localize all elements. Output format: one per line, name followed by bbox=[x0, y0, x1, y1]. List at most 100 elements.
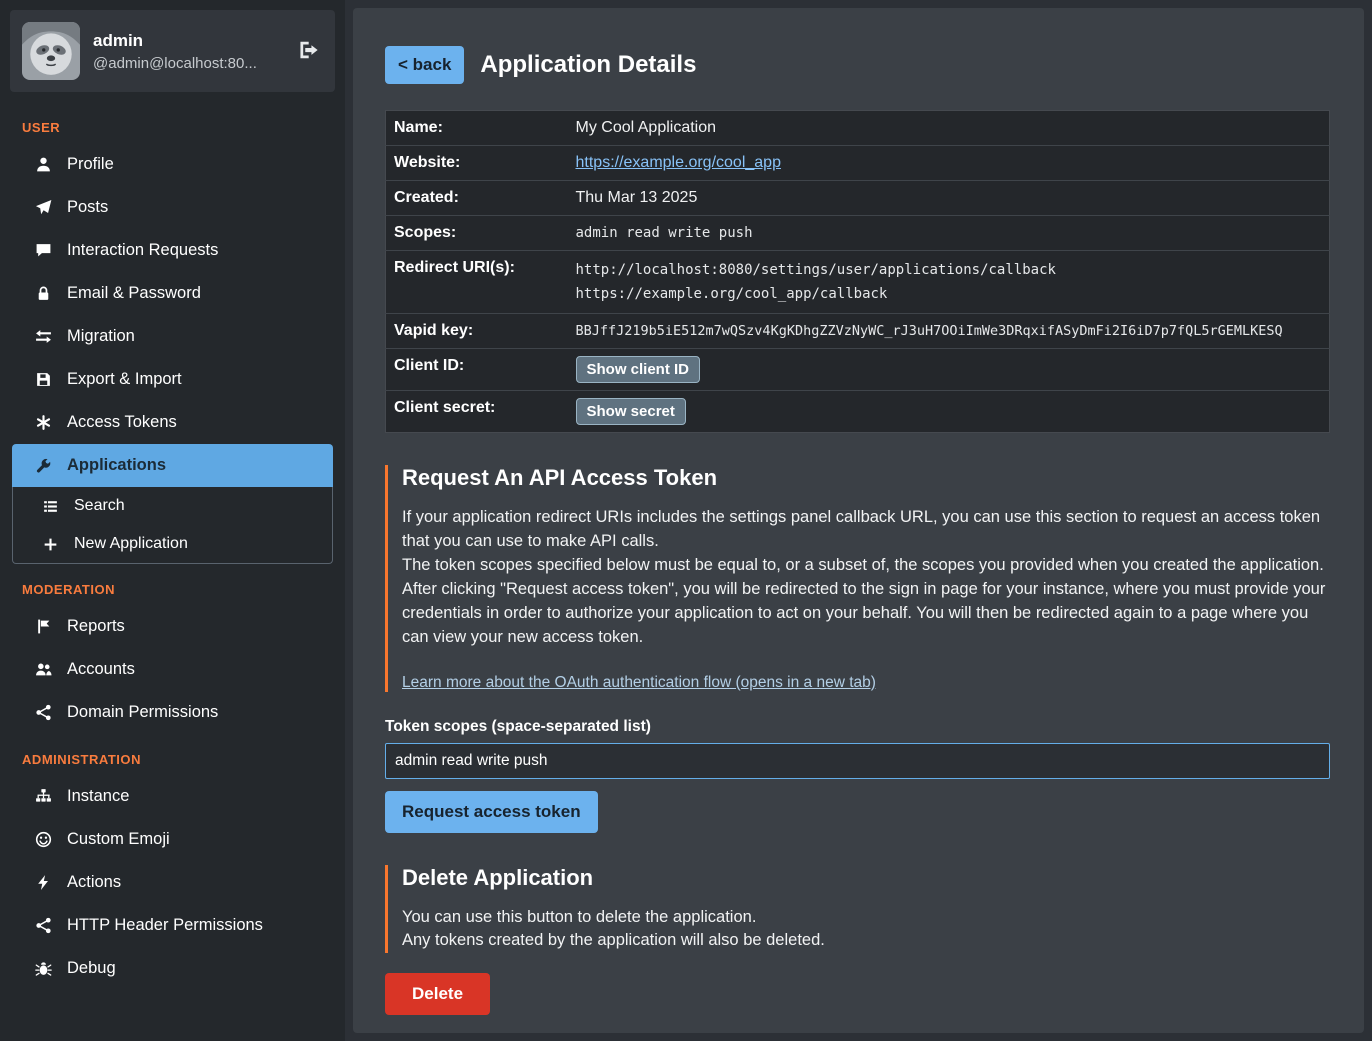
sidebar-item-label: Interaction Requests bbox=[67, 241, 218, 260]
main-area: < back Application Details Name: My Cool… bbox=[345, 0, 1372, 1041]
application-details-table: Name: My Cool Application Website: https… bbox=[385, 110, 1330, 433]
wrench-icon bbox=[34, 457, 53, 474]
user-name: admin bbox=[93, 31, 257, 51]
back-button[interactable]: < back bbox=[385, 46, 464, 84]
sidebar-item-search[interactable]: Search bbox=[13, 487, 332, 525]
sidebar-item-label: Domain Permissions bbox=[67, 703, 218, 722]
sidebar-item-label: HTTP Header Permissions bbox=[67, 916, 263, 935]
user-card: admin @admin@localhost:80... bbox=[10, 10, 335, 92]
applications-group: Applications Search New Application bbox=[12, 444, 333, 564]
user-icon bbox=[34, 156, 53, 173]
sidebar-item-label: Actions bbox=[67, 873, 121, 892]
token-scopes-input[interactable] bbox=[385, 743, 1330, 779]
lock-icon bbox=[34, 285, 53, 302]
sidebar-item-debug[interactable]: Debug bbox=[0, 947, 345, 990]
row-value: Thu Mar 13 2025 bbox=[574, 181, 1330, 216]
sidebar-item-actions[interactable]: Actions bbox=[0, 861, 345, 904]
show-client-id-button[interactable]: Show client ID bbox=[576, 356, 701, 383]
table-row-vapid-key: Vapid key: BBJffJ219b5iE512m7wQSzv4KgKDh… bbox=[386, 314, 1330, 349]
bug-icon bbox=[34, 960, 53, 977]
table-row-client-secret: Client secret: Show secret bbox=[386, 391, 1330, 433]
transfer-arrows-icon bbox=[34, 328, 53, 345]
sidebar: admin @admin@localhost:80... USER Profil… bbox=[0, 0, 345, 1041]
user-handle: @admin@localhost:80... bbox=[93, 55, 257, 72]
delete-application-title: Delete Application bbox=[402, 865, 1330, 891]
sidebar-item-access-tokens[interactable]: Access Tokens bbox=[0, 401, 345, 444]
sidebar-item-label: Search bbox=[74, 497, 125, 515]
sidebar-item-label: Migration bbox=[67, 327, 135, 346]
access-token-para-2: The token scopes specified below must be… bbox=[402, 554, 1330, 578]
show-secret-button[interactable]: Show secret bbox=[576, 398, 686, 425]
row-label: Scopes: bbox=[386, 216, 574, 251]
main-panel: < back Application Details Name: My Cool… bbox=[353, 8, 1364, 1033]
access-token-intro: Request An API Access Token If your appl… bbox=[385, 465, 1330, 692]
sidebar-item-interaction-requests[interactable]: Interaction Requests bbox=[0, 229, 345, 272]
row-label: Created: bbox=[386, 181, 574, 216]
plus-icon bbox=[41, 536, 60, 553]
sidebar-item-instance[interactable]: Instance bbox=[0, 775, 345, 818]
sidebar-item-label: Custom Emoji bbox=[67, 830, 170, 849]
table-row-website: Website: https://example.org/cool_app bbox=[386, 146, 1330, 181]
sidebar-item-accounts[interactable]: Accounts bbox=[0, 648, 345, 691]
token-scopes-form: Token scopes (space-separated list) Requ… bbox=[385, 718, 1330, 833]
sidebar-item-label: Instance bbox=[67, 787, 129, 806]
access-token-section: Request An API Access Token If your appl… bbox=[385, 465, 1330, 833]
row-label: Name: bbox=[386, 111, 574, 146]
sidebar-item-label: Access Tokens bbox=[67, 413, 177, 432]
bolt-icon bbox=[34, 874, 53, 891]
sidebar-item-posts[interactable]: Posts bbox=[0, 186, 345, 229]
row-label: Client secret: bbox=[386, 391, 574, 433]
user-meta: admin @admin@localhost:80... bbox=[93, 31, 257, 72]
sidebar-item-http-header-permissions[interactable]: HTTP Header Permissions bbox=[0, 904, 345, 947]
floppy-disk-icon bbox=[34, 371, 53, 388]
request-access-token-button[interactable]: Request access token bbox=[385, 791, 598, 833]
sidebar-item-new-application[interactable]: New Application bbox=[13, 525, 332, 563]
sidebar-item-label: Export & Import bbox=[67, 370, 182, 389]
sidebar-item-label: Debug bbox=[67, 959, 116, 978]
table-row-created: Created: Thu Mar 13 2025 bbox=[386, 181, 1330, 216]
paper-plane-icon bbox=[34, 199, 53, 216]
oauth-docs-link[interactable]: Learn more about the OAuth authenticatio… bbox=[402, 674, 876, 692]
sitemap-icon bbox=[34, 788, 53, 805]
sidebar-item-custom-emoji[interactable]: Custom Emoji bbox=[0, 818, 345, 861]
delete-button[interactable]: Delete bbox=[385, 973, 490, 1015]
sidebar-item-label: Posts bbox=[67, 198, 108, 217]
comment-icon bbox=[34, 242, 53, 259]
row-label: Vapid key: bbox=[386, 314, 574, 349]
sidebar-item-export-import[interactable]: Export & Import bbox=[0, 358, 345, 401]
table-row-scopes: Scopes: admin read write push bbox=[386, 216, 1330, 251]
token-scopes-label: Token scopes (space-separated list) bbox=[385, 718, 1330, 736]
access-token-title: Request An API Access Token bbox=[402, 465, 1330, 491]
access-token-para-3: After clicking "Request access token", y… bbox=[402, 578, 1330, 650]
sidebar-section-moderation: MODERATION bbox=[0, 564, 345, 605]
page-header: < back Application Details bbox=[385, 46, 1330, 84]
row-label: Client ID: bbox=[386, 349, 574, 391]
logout-button[interactable] bbox=[293, 35, 323, 68]
table-row-name: Name: My Cool Application bbox=[386, 111, 1330, 146]
sidebar-item-label: Email & Password bbox=[67, 284, 201, 303]
sidebar-item-migration[interactable]: Migration bbox=[0, 315, 345, 358]
asterisk-icon bbox=[34, 414, 53, 431]
sidebar-item-applications[interactable]: Applications bbox=[12, 444, 333, 487]
table-row-redirect-uris: Redirect URI(s): http://localhost:8080/s… bbox=[386, 251, 1330, 314]
website-link[interactable]: https://example.org/cool_app bbox=[576, 154, 781, 171]
sidebar-item-label: Reports bbox=[67, 617, 125, 636]
row-label: Redirect URI(s): bbox=[386, 251, 574, 314]
scopes-value: admin read write push bbox=[576, 225, 753, 241]
list-icon bbox=[41, 498, 60, 515]
delete-application-section: Delete Application You can use this butt… bbox=[385, 865, 1330, 1016]
flag-icon bbox=[34, 618, 53, 635]
applications-submenu: Search New Application bbox=[12, 487, 333, 564]
sidebar-item-profile[interactable]: Profile bbox=[0, 143, 345, 186]
sidebar-item-email-password[interactable]: Email & Password bbox=[0, 272, 345, 315]
sidebar-item-label: Applications bbox=[67, 456, 166, 475]
logout-icon bbox=[297, 39, 319, 64]
sidebar-item-reports[interactable]: Reports bbox=[0, 605, 345, 648]
smiley-icon bbox=[34, 831, 53, 848]
sidebar-section-administration: ADMINISTRATION bbox=[0, 734, 345, 775]
row-value: My Cool Application bbox=[574, 111, 1330, 146]
delete-application-intro: Delete Application You can use this butt… bbox=[385, 865, 1330, 954]
sidebar-item-label: Profile bbox=[67, 155, 114, 174]
access-token-para-1: If your application redirect URIs includ… bbox=[402, 506, 1330, 554]
sidebar-item-domain-permissions[interactable]: Domain Permissions bbox=[0, 691, 345, 734]
